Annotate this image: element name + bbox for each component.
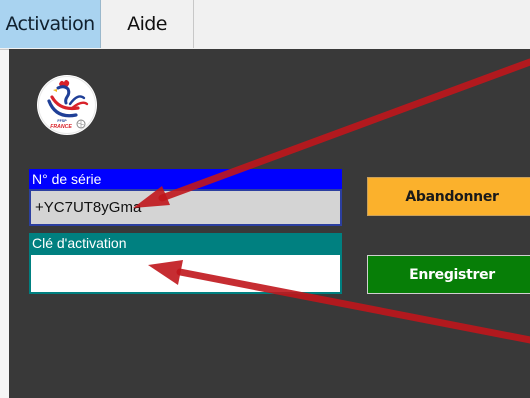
activation-panel: FFSP FRANCE N° de série Clé d'activation… — [9, 49, 530, 398]
serial-number-field[interactable] — [29, 189, 342, 226]
logo-caption-bottom: FRANCE — [50, 124, 72, 130]
rooster-logo-icon: FFSP FRANCE — [37, 75, 97, 135]
save-button[interactable]: Enregistrer — [367, 255, 530, 294]
serial-number-label: N° de série — [29, 169, 342, 189]
logo-caption-top: FFSP — [57, 119, 67, 123]
activation-key-label: Clé d'activation — [29, 233, 342, 253]
tab-aide[interactable]: Aide — [101, 0, 194, 48]
activation-window: Activation Aide FFSP FRANCE N° de série … — [0, 0, 530, 398]
activation-key-field[interactable] — [29, 253, 342, 294]
abandon-button[interactable]: Abandonner — [367, 177, 530, 216]
tab-activation[interactable]: Activation — [0, 0, 101, 48]
tab-bar: Activation Aide — [0, 0, 530, 50]
